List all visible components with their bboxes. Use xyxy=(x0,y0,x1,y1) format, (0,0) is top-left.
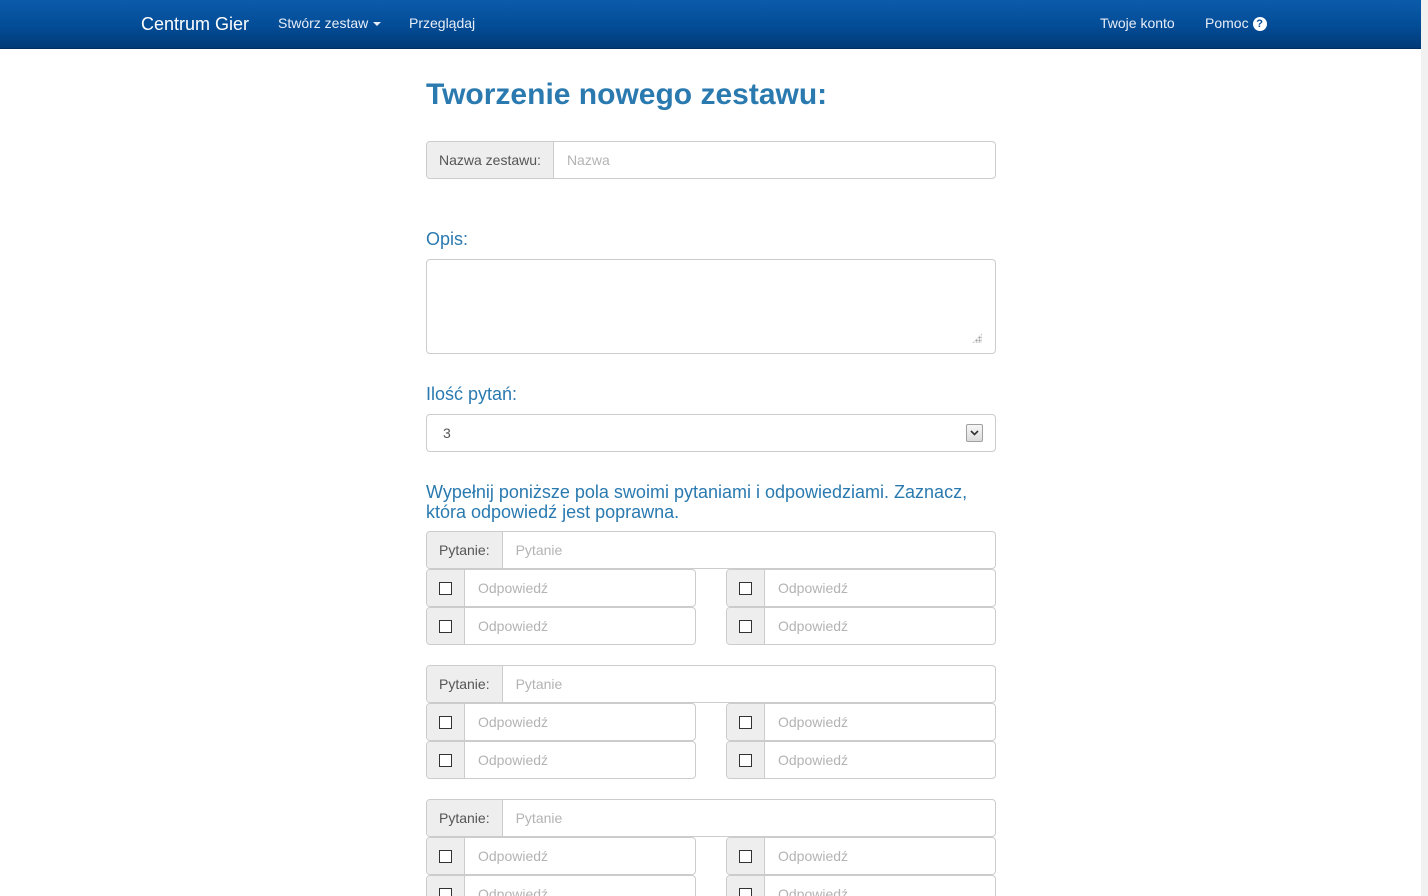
brand-logo[interactable]: Centrum Gier xyxy=(141,13,249,35)
checkbox-icon[interactable] xyxy=(439,581,452,595)
answer-group xyxy=(726,703,996,741)
answer-input[interactable] xyxy=(765,608,995,644)
page-title: Tworzenie nowego zestawu: xyxy=(426,78,828,111)
checkbox-icon[interactable] xyxy=(439,715,452,729)
answer-correct-checkbox[interactable] xyxy=(427,608,465,644)
answer-correct-checkbox[interactable] xyxy=(727,704,765,740)
answer-input[interactable] xyxy=(465,608,695,644)
answer-correct-checkbox[interactable] xyxy=(427,838,465,874)
answer-group xyxy=(426,875,696,896)
question-label: Pytanie: xyxy=(427,800,503,836)
help-link-label: Pomoc xyxy=(1205,15,1249,31)
checkbox-icon[interactable] xyxy=(439,887,452,896)
scrollbar-track[interactable] xyxy=(1421,0,1428,896)
question-input[interactable] xyxy=(502,800,995,836)
checkbox-icon[interactable] xyxy=(739,753,752,767)
answer-group xyxy=(726,875,996,896)
checkbox-icon[interactable] xyxy=(739,849,752,863)
question-count-label: Ilość pytań: xyxy=(426,384,518,404)
set-name-label: Nazwa zestawu: xyxy=(427,142,554,178)
create-set-menu-label: Stwórz zestaw xyxy=(278,15,369,31)
answer-correct-checkbox[interactable] xyxy=(427,704,465,740)
checkbox-icon[interactable] xyxy=(739,887,752,896)
set-name-group: Nazwa zestawu: xyxy=(426,141,996,179)
answer-correct-checkbox[interactable] xyxy=(727,570,765,606)
answer-group xyxy=(426,741,696,779)
answer-input[interactable] xyxy=(765,838,995,874)
description-box xyxy=(426,259,996,354)
browse-link[interactable]: Przeglądaj xyxy=(409,15,475,32)
answer-correct-checkbox[interactable] xyxy=(427,876,465,896)
answer-correct-checkbox[interactable] xyxy=(727,608,765,644)
set-name-input[interactable] xyxy=(553,142,995,178)
checkbox-icon[interactable] xyxy=(739,619,752,633)
checkbox-icon[interactable] xyxy=(439,753,452,767)
answer-group xyxy=(726,837,996,875)
answer-correct-checkbox[interactable] xyxy=(727,876,765,896)
answer-input[interactable] xyxy=(465,742,695,778)
answer-input[interactable] xyxy=(765,742,995,778)
answer-correct-checkbox[interactable] xyxy=(427,570,465,606)
description-label: Opis: xyxy=(426,229,469,249)
description-textarea[interactable] xyxy=(427,260,995,353)
question-circle-icon: ? xyxy=(1252,17,1267,31)
create-set-menu[interactable]: Stwórz zestaw xyxy=(278,15,382,32)
instructions-text: Wypełnij poniższe pola swoimi pytaniami … xyxy=(426,482,968,522)
checkbox-icon[interactable] xyxy=(439,849,452,863)
answer-group xyxy=(426,703,696,741)
answer-input[interactable] xyxy=(465,704,695,740)
checkbox-icon[interactable] xyxy=(739,581,752,595)
account-link[interactable]: Twoje konto xyxy=(1100,15,1175,32)
answer-group xyxy=(426,607,696,645)
checkbox-icon[interactable] xyxy=(739,715,752,729)
page: Centrum Gier Stwórz zestaw Przeglądaj Tw… xyxy=(0,0,1428,896)
answer-correct-checkbox[interactable] xyxy=(427,742,465,778)
question-label: Pytanie: xyxy=(427,532,503,568)
question-label: Pytanie: xyxy=(427,666,503,702)
top-navbar: Centrum Gier Stwórz zestaw Przeglądaj Tw… xyxy=(0,0,1421,49)
question-count-select[interactable]: 3 xyxy=(426,414,996,452)
answer-input[interactable] xyxy=(465,570,695,606)
question-input[interactable] xyxy=(502,532,995,568)
answer-group xyxy=(426,569,696,607)
answer-input[interactable] xyxy=(765,570,995,606)
checkbox-icon[interactable] xyxy=(439,619,452,633)
answer-correct-checkbox[interactable] xyxy=(727,838,765,874)
question-input[interactable] xyxy=(502,666,995,702)
answer-input[interactable] xyxy=(765,704,995,740)
answer-input[interactable] xyxy=(765,876,995,896)
question-count-value: 3 xyxy=(443,425,451,441)
question-group: Pytanie: xyxy=(426,665,996,703)
caret-down-icon xyxy=(373,22,382,27)
question-group: Pytanie: xyxy=(426,799,996,837)
answer-group xyxy=(726,607,996,645)
answer-input[interactable] xyxy=(465,838,695,874)
answer-group xyxy=(426,837,696,875)
answer-group xyxy=(726,569,996,607)
answer-input[interactable] xyxy=(465,876,695,896)
help-link[interactable]: Pomoc? xyxy=(1205,15,1267,32)
chevron-down-icon[interactable] xyxy=(966,424,983,442)
question-group: Pytanie: xyxy=(426,531,996,569)
answer-correct-checkbox[interactable] xyxy=(727,742,765,778)
answer-group xyxy=(726,741,996,779)
